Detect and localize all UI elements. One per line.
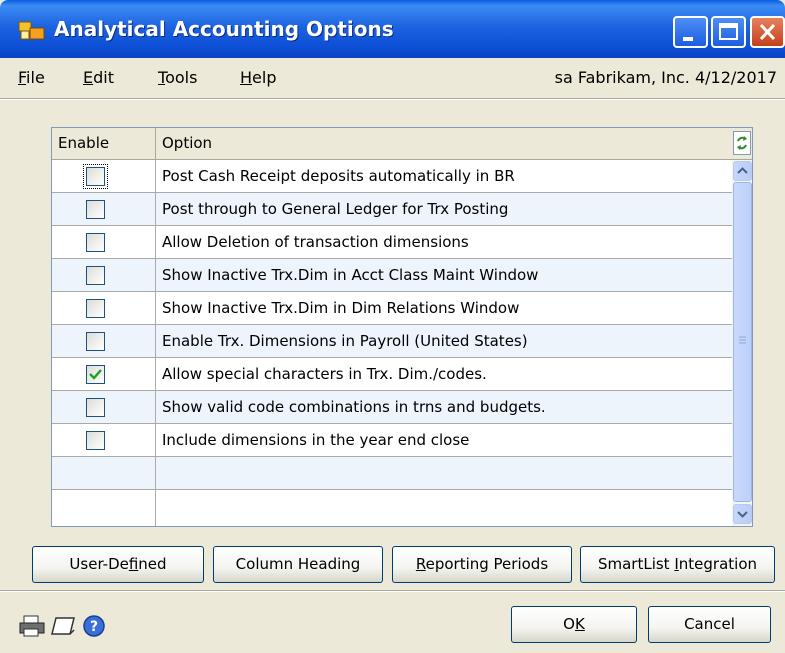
enable-cell <box>52 193 156 225</box>
enable-checkbox[interactable] <box>86 431 105 450</box>
menu-separator <box>0 98 785 100</box>
column-heading-button[interactable]: Column Heading <box>213 546 383 583</box>
scroll-up-button[interactable] <box>733 161 752 181</box>
close-button[interactable] <box>750 16 785 48</box>
table-row[interactable]: Post through to General Ledger for Trx P… <box>52 193 732 226</box>
chevron-down-icon <box>737 511 748 518</box>
table-row[interactable]: Allow Deletion of transaction dimensions <box>52 226 732 259</box>
option-label: Post through to General Ledger for Trx P… <box>162 200 509 218</box>
menu-file[interactable]: File <box>18 68 45 87</box>
ok-button[interactable]: OK <box>511 606 637 643</box>
cancel-button[interactable]: Cancel <box>648 606 771 643</box>
user-defined-button[interactable]: User-Defined <box>32 546 204 583</box>
checkmark-icon <box>89 369 102 380</box>
enable-cell <box>52 259 156 291</box>
enable-checkbox[interactable] <box>86 365 105 384</box>
vertical-scrollbar[interactable] <box>732 160 752 526</box>
chevron-up-icon <box>737 167 748 174</box>
refresh-icon <box>737 136 747 150</box>
scroll-down-button[interactable] <box>733 504 752 524</box>
maximize-icon <box>719 23 738 40</box>
grid-rows: Post Cash Receipt deposits automatically… <box>52 160 732 526</box>
table-row[interactable]: Enable Trx. Dimensions in Payroll (Unite… <box>52 325 732 358</box>
enable-checkbox[interactable] <box>86 266 105 285</box>
enable-checkbox[interactable] <box>86 200 105 219</box>
column-header-enable[interactable]: Enable <box>52 128 156 159</box>
option-label: Show valid code combinations in trns and… <box>162 398 546 416</box>
menu-help[interactable]: Help <box>240 68 276 87</box>
table-row[interactable]: Show valid code combinations in trns and… <box>52 391 732 424</box>
menu-edit[interactable]: Edit <box>83 68 114 87</box>
enable-cell <box>52 457 156 489</box>
window-title: Analytical Accounting Options <box>54 17 394 41</box>
table-row[interactable]: Allow special characters in Trx. Dim./co… <box>52 358 732 391</box>
menu-tools[interactable]: Tools <box>158 68 197 87</box>
user-company-date: sa Fabrikam, Inc. 4/12/2017 <box>554 68 777 87</box>
table-row[interactable]: Show Inactive Trx.Dim in Acct Class Main… <box>52 259 732 292</box>
enable-checkbox[interactable] <box>86 398 105 417</box>
analytical-accounting-options-window: Analytical Accounting Options File Edit … <box>0 0 785 653</box>
enable-cell <box>52 490 156 526</box>
enable-checkbox[interactable] <box>86 299 105 318</box>
table-row-empty[interactable] <box>52 490 732 526</box>
smartlist-integration-button[interactable]: SmartList Integration <box>580 546 775 583</box>
enable-cell <box>52 424 156 456</box>
option-label: Post Cash Receipt deposits automatically… <box>162 167 515 185</box>
table-row[interactable]: Include dimensions in the year end close <box>52 424 732 457</box>
enable-cell <box>52 160 156 192</box>
option-label: Enable Trx. Dimensions in Payroll (Unite… <box>162 332 528 350</box>
option-label: Include dimensions in the year end close <box>162 431 470 449</box>
column-header-option[interactable]: Option <box>156 128 732 159</box>
option-label: Show Inactive Trx.Dim in Acct Class Main… <box>162 266 539 284</box>
enable-cell <box>52 391 156 423</box>
maximize-button[interactable] <box>711 16 746 48</box>
option-label: Allow Deletion of transaction dimensions <box>162 233 469 251</box>
footer-separator <box>0 590 785 592</box>
enable-cell <box>52 226 156 258</box>
enable-cell <box>52 358 156 390</box>
minimize-icon <box>683 37 693 41</box>
reporting-periods-button[interactable]: Reporting Periods <box>392 546 572 583</box>
scroll-thumb[interactable] <box>733 182 752 502</box>
close-icon <box>759 23 776 41</box>
enable-cell <box>52 292 156 324</box>
table-row[interactable]: Post Cash Receipt deposits automatically… <box>52 160 732 193</box>
svg-text:?: ? <box>90 619 98 635</box>
dynamics-gp-window-icon <box>18 21 45 40</box>
note-icon[interactable] <box>50 614 78 638</box>
enable-checkbox[interactable] <box>83 164 108 189</box>
help-icon[interactable]: ? <box>82 614 108 638</box>
enable-checkbox[interactable] <box>86 332 105 351</box>
option-label: Show Inactive Trx.Dim in Dim Relations W… <box>162 299 520 317</box>
options-grid[interactable]: Enable Option Post Cash Receipt deposits… <box>51 127 753 527</box>
minimize-button[interactable] <box>673 16 708 48</box>
option-label: Allow special characters in Trx. Dim./co… <box>162 365 487 383</box>
printer-icon[interactable] <box>18 614 48 638</box>
grip-icon <box>739 336 746 344</box>
enable-cell <box>52 325 156 357</box>
enable-checkbox[interactable] <box>86 233 105 252</box>
grid-header: Enable Option <box>52 128 752 160</box>
table-row[interactable]: Show Inactive Trx.Dim in Dim Relations W… <box>52 292 732 325</box>
menu-bar: File Edit Tools Help sa Fabrikam, Inc. 4… <box>0 58 785 98</box>
table-row-empty[interactable] <box>52 457 732 490</box>
title-bar[interactable]: Analytical Accounting Options <box>0 0 785 58</box>
refresh-button[interactable] <box>733 131 751 155</box>
